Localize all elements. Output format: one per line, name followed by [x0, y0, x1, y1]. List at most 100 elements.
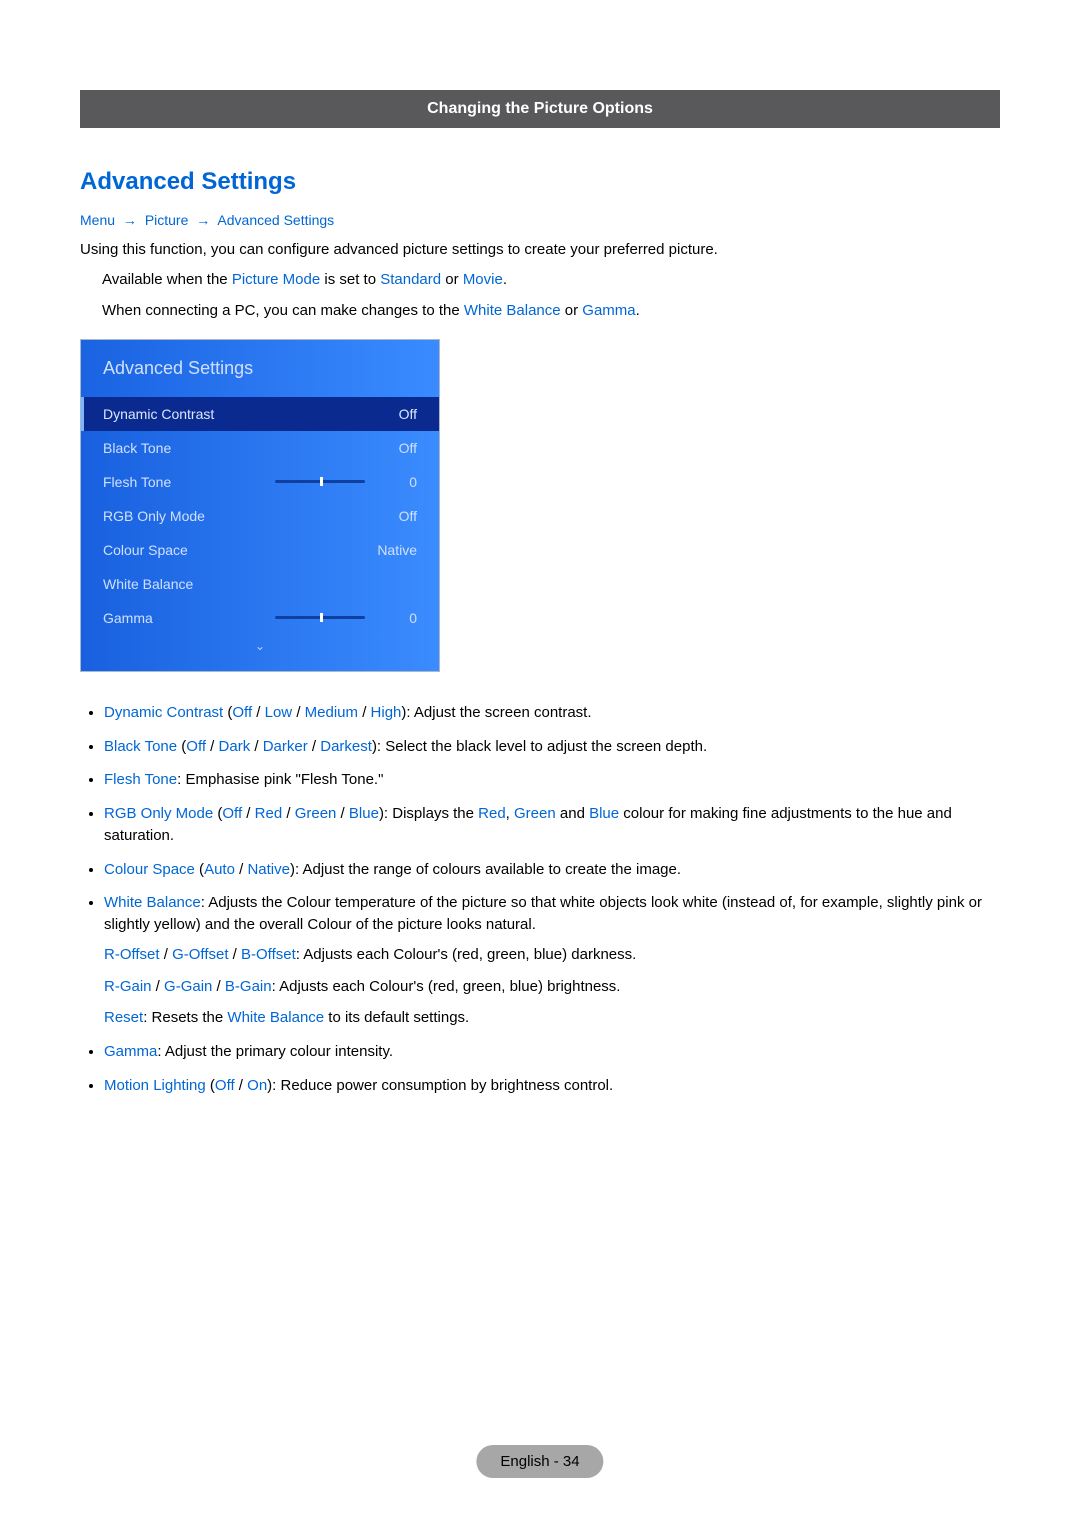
option-value: Off: [186, 738, 206, 755]
highlight-picture-mode: Picture Mode: [232, 271, 320, 288]
text: /: [292, 704, 305, 721]
text: Available when the: [102, 271, 232, 288]
text: /: [152, 978, 165, 995]
highlight-white-balance: White Balance: [464, 302, 561, 319]
option-value: Red: [255, 805, 283, 822]
osd-row-label: White Balance: [103, 576, 373, 592]
osd-row-value: Off: [373, 440, 417, 456]
highlight-reset: Reset: [104, 1009, 143, 1026]
option-name: Black Tone: [104, 738, 177, 755]
option-name: White Balance: [104, 894, 201, 911]
osd-row-colour-space[interactable]: Colour Space Native: [81, 533, 439, 567]
osd-row-value: 0: [373, 474, 417, 490]
option-value: Off: [215, 1077, 235, 1094]
sub-gains: R-Gain / G-Gain / B-Gain: Adjusts each C…: [104, 976, 1000, 998]
osd-row-rgb-only-mode[interactable]: RGB Only Mode Off: [81, 499, 439, 533]
text: (: [177, 738, 186, 755]
highlight-b-gain: B-Gain: [225, 978, 272, 995]
highlight-gamma: Gamma: [582, 302, 635, 319]
osd-row-value: Off: [373, 508, 417, 524]
text: /: [160, 946, 173, 963]
text: /: [206, 738, 219, 755]
highlight-g-gain: G-Gain: [164, 978, 212, 995]
breadcrumb: Menu → Picture → Advanced Settings: [80, 212, 1000, 228]
text: : Resets the: [143, 1009, 227, 1026]
breadcrumb-menu: Menu: [80, 212, 115, 228]
option-name: Colour Space: [104, 861, 195, 878]
option-value: Auto: [204, 861, 235, 878]
text: .: [636, 302, 640, 319]
highlight-standard: Standard: [380, 271, 441, 288]
page-footer: English - 34: [476, 1445, 603, 1478]
option-value: Medium: [305, 704, 358, 721]
text: ): Adjust the range of colours available…: [290, 861, 681, 878]
osd-slider-knob[interactable]: [320, 613, 323, 622]
option-value: Darkest: [320, 738, 372, 755]
text: /: [235, 861, 248, 878]
osd-row-dynamic-contrast[interactable]: Dynamic Contrast Off: [81, 397, 439, 431]
sub-block: R-Offset / G-Offset / B-Offset: Adjusts …: [104, 944, 1000, 1029]
osd-row-value: 0: [373, 610, 417, 626]
highlight-blue: Blue: [589, 805, 619, 822]
option-name: Flesh Tone: [104, 771, 177, 788]
sub-offsets: R-Offset / G-Offset / B-Offset: Adjusts …: [104, 944, 1000, 966]
osd-menu-panel: Advanced Settings Dynamic Contrast Off B…: [80, 339, 440, 672]
chevron-down-icon[interactable]: ⌄: [81, 635, 439, 661]
osd-row-label: Flesh Tone: [103, 474, 267, 490]
highlight-movie: Movie: [463, 271, 503, 288]
text: to its default settings.: [324, 1009, 469, 1026]
highlight-white-balance: White Balance: [227, 1009, 324, 1026]
osd-menu-title: Advanced Settings: [81, 340, 439, 397]
highlight-g-offset: G-Offset: [172, 946, 228, 963]
option-name: Dynamic Contrast: [104, 704, 223, 721]
highlight-r-offset: R-Offset: [104, 946, 160, 963]
text: (: [223, 704, 232, 721]
list-item-black-tone: Black Tone (Off / Dark / Darker / Darkes…: [104, 736, 1000, 758]
option-value: Native: [247, 861, 290, 878]
sub-reset: Reset: Resets the White Balance to its d…: [104, 1007, 1000, 1029]
osd-slider-knob[interactable]: [320, 477, 323, 486]
intro-text: Using this function, you can configure a…: [80, 240, 1000, 260]
osd-row-gamma[interactable]: Gamma 0: [81, 601, 439, 635]
osd-row-white-balance[interactable]: White Balance: [81, 567, 439, 601]
text: When connecting a PC, you can make chang…: [102, 302, 464, 319]
option-name: Gamma: [104, 1043, 157, 1060]
highlight-r-gain: R-Gain: [104, 978, 152, 995]
text: /: [242, 805, 255, 822]
text: ,: [506, 805, 514, 822]
text: : Adjusts each Colour's (red, green, blu…: [272, 978, 621, 995]
osd-row-label: RGB Only Mode: [103, 508, 373, 524]
option-value: Low: [265, 704, 293, 721]
text: /: [250, 738, 263, 755]
osd-slider[interactable]: [275, 616, 365, 619]
text: (: [213, 805, 222, 822]
breadcrumb-arrow-icon: →: [119, 212, 141, 228]
osd-row-value: Native: [373, 542, 417, 558]
text: ): Reduce power consumption by brightnes…: [267, 1077, 613, 1094]
osd-row-black-tone[interactable]: Black Tone Off: [81, 431, 439, 465]
osd-row-label: Gamma: [103, 610, 267, 626]
list-item-white-balance: White Balance: Adjusts the Colour temper…: [104, 892, 1000, 1029]
breadcrumb-advanced-settings: Advanced Settings: [217, 212, 334, 228]
options-list: Dynamic Contrast (Off / Low / Medium / H…: [104, 702, 1000, 1097]
page-heading: Advanced Settings: [80, 168, 1000, 196]
text: : Adjust the primary colour intensity.: [157, 1043, 393, 1060]
text: /: [282, 805, 295, 822]
list-item-dynamic-contrast: Dynamic Contrast (Off / Low / Medium / H…: [104, 702, 1000, 724]
text: (: [195, 861, 204, 878]
note-picture-mode: Available when the Picture Mode is set t…: [102, 270, 1000, 290]
breadcrumb-arrow-icon: →: [192, 212, 214, 228]
text: /: [235, 1077, 248, 1094]
breadcrumb-picture: Picture: [145, 212, 189, 228]
osd-slider[interactable]: [275, 480, 365, 483]
text: ): Select the black level to adjust the …: [372, 738, 707, 755]
option-value: Blue: [349, 805, 379, 822]
text: or: [441, 271, 463, 288]
option-value: Off: [222, 805, 242, 822]
option-name: RGB Only Mode: [104, 805, 213, 822]
option-value: High: [371, 704, 402, 721]
list-item-flesh-tone: Flesh Tone: Emphasise pink "Flesh Tone.": [104, 769, 1000, 791]
highlight-b-offset: B-Offset: [241, 946, 296, 963]
osd-row-flesh-tone[interactable]: Flesh Tone 0: [81, 465, 439, 499]
text: : Adjusts each Colour's (red, green, blu…: [296, 946, 637, 963]
